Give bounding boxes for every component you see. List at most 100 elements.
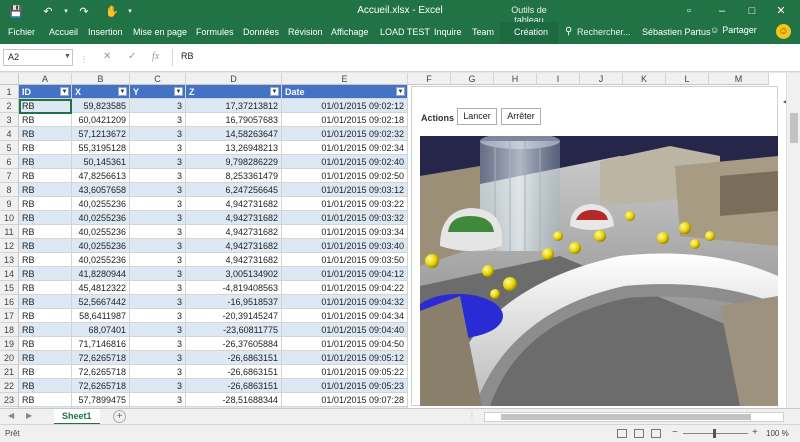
start-button[interactable]: Lancer	[457, 108, 497, 125]
row-header[interactable]: 6	[0, 155, 19, 169]
row-header[interactable]: 13	[0, 253, 19, 267]
row-header[interactable]: 20	[0, 351, 19, 365]
cell-z[interactable]: 16,79057683	[186, 113, 282, 127]
chevron-down-icon[interactable]: ▼	[64, 53, 71, 60]
cell-date[interactable]: 01/01/2015 09:04:50	[282, 337, 408, 351]
cell-y[interactable]: 3	[130, 309, 186, 323]
cell-x[interactable]: 40,0255236	[72, 211, 130, 225]
column-header-a[interactable]: A	[19, 73, 72, 85]
cell-date[interactable]: 01/01/2015 09:03:50	[282, 253, 408, 267]
cell-x[interactable]: 40,0255236	[72, 197, 130, 211]
maximize-icon[interactable]: □	[744, 3, 760, 19]
header-cell-id[interactable]: ID ▼	[19, 85, 72, 99]
filter-dropdown-icon[interactable]: ▼	[174, 87, 183, 96]
cell-id[interactable]: RB	[19, 267, 72, 281]
cell-date[interactable]: 01/01/2015 09:04:22	[282, 281, 408, 295]
cell-x[interactable]: 72,6265718	[72, 365, 130, 379]
cell-x[interactable]: 45,4812322	[72, 281, 130, 295]
cell-z[interactable]: -26,6863151	[186, 365, 282, 379]
feedback-smiley-icon[interactable]: ☺	[776, 24, 791, 39]
zoom-slider-knob[interactable]	[713, 429, 716, 438]
cell-date[interactable]: 01/01/2015 09:02:40	[282, 155, 408, 169]
column-header-i[interactable]: I	[537, 73, 580, 85]
tab-mise-en-page[interactable]: Mise en page	[133, 27, 187, 37]
splitter-icon[interactable]: ⋮	[80, 55, 88, 64]
cell-y[interactable]: 3	[130, 295, 186, 309]
cell-id[interactable]: RB	[19, 309, 72, 323]
filter-dropdown-icon[interactable]: ▼	[118, 87, 127, 96]
cell-z[interactable]: 13,26948213	[186, 141, 282, 155]
user-name[interactable]: Sébastien Partus	[642, 27, 711, 37]
scroll-left-icon[interactable]: ◀	[8, 411, 14, 420]
select-all-corner[interactable]	[0, 73, 19, 85]
tab-insertion[interactable]: Insertion	[88, 27, 123, 37]
cell-id[interactable]: RB	[19, 379, 72, 393]
lightbulb-icon[interactable]: ⚲	[565, 26, 572, 37]
cell-z[interactable]: 6,247256645	[186, 183, 282, 197]
tell-me-search[interactable]: Rechercher...	[577, 27, 631, 37]
cell-z[interactable]: 17,37213812	[186, 99, 282, 113]
sheet-tab[interactable]: Sheet1	[54, 409, 100, 425]
row-header[interactable]: 3	[0, 113, 19, 127]
tab-revision[interactable]: Révision	[288, 27, 323, 37]
row-header[interactable]: 8	[0, 183, 19, 197]
normal-view-icon[interactable]	[617, 429, 627, 438]
row-header[interactable]: 15	[0, 281, 19, 295]
row-header[interactable]: 14	[0, 267, 19, 281]
cell-id[interactable]: RB	[19, 365, 72, 379]
row-header[interactable]: 16	[0, 295, 19, 309]
tab-affichage[interactable]: Affichage	[331, 27, 368, 37]
column-header-c[interactable]: C	[130, 73, 186, 85]
cell-date[interactable]: 01/01/2015 09:05:23	[282, 379, 408, 393]
cell-z[interactable]: 14,58263647	[186, 127, 282, 141]
scrollbar-thumb[interactable]	[501, 414, 751, 420]
cell-y[interactable]: 3	[130, 155, 186, 169]
row-header[interactable]: 7	[0, 169, 19, 183]
column-header-b[interactable]: B	[72, 73, 130, 85]
cell-id[interactable]: RB	[19, 281, 72, 295]
cell-y[interactable]: 3	[130, 239, 186, 253]
row-header[interactable]: 1	[0, 85, 19, 99]
minimize-icon[interactable]: –	[714, 3, 730, 19]
cell-z[interactable]: -26,6863151	[186, 351, 282, 365]
cell-y[interactable]: 3	[130, 281, 186, 295]
row-header[interactable]: 4	[0, 127, 19, 141]
filter-dropdown-icon[interactable]: ▼	[60, 87, 69, 96]
cell-z[interactable]: 4,942731682	[186, 211, 282, 225]
row-header[interactable]: 12	[0, 239, 19, 253]
cell-date[interactable]: 01/01/2015 09:03:32	[282, 211, 408, 225]
row-header[interactable]: 23	[0, 393, 19, 407]
scrollbar-thumb[interactable]	[790, 113, 798, 143]
row-header[interactable]: 2	[0, 99, 19, 113]
cell-z[interactable]: 9,798286229	[186, 155, 282, 169]
formula-input[interactable]: RB	[172, 49, 792, 66]
column-header-k[interactable]: K	[623, 73, 666, 85]
cell-date[interactable]: 01/01/2015 09:02:34	[282, 141, 408, 155]
cell-x[interactable]: 47,8256613	[72, 169, 130, 183]
tab-fichier[interactable]: Fichier	[8, 27, 35, 37]
cell-y[interactable]: 3	[130, 267, 186, 281]
3d-scene-view[interactable]	[420, 136, 778, 406]
tab-splitter-icon[interactable]: ⋮	[468, 411, 476, 420]
cell-y[interactable]: 3	[130, 127, 186, 141]
cell-x[interactable]: 68,07401	[72, 323, 130, 337]
cell-x[interactable]: 40,0255236	[72, 253, 130, 267]
cell-date[interactable]: 01/01/2015 09:03:40	[282, 239, 408, 253]
cell-x[interactable]: 55,3195128	[72, 141, 130, 155]
zoom-in-icon[interactable]: +	[752, 427, 758, 438]
cell-date[interactable]: 01/01/2015 09:02:50	[282, 169, 408, 183]
cell-date[interactable]: 01/01/2015 09:02:18	[282, 113, 408, 127]
row-header[interactable]: 9	[0, 197, 19, 211]
cell-id[interactable]: RB	[19, 169, 72, 183]
cell-id[interactable]: RB	[19, 155, 72, 169]
cell-x[interactable]: 50,145361	[72, 155, 130, 169]
cell-id[interactable]: RB	[19, 113, 72, 127]
cell-id[interactable]: RB	[19, 141, 72, 155]
cell-date[interactable]: 01/01/2015 09:03:12	[282, 183, 408, 197]
tab-accueil[interactable]: Accueil	[49, 27, 78, 37]
cell-id[interactable]: RB	[19, 337, 72, 351]
cell-z[interactable]: 4,942731682	[186, 197, 282, 211]
row-header[interactable]: 19	[0, 337, 19, 351]
row-header[interactable]: 11	[0, 225, 19, 239]
cell-y[interactable]: 3	[130, 225, 186, 239]
